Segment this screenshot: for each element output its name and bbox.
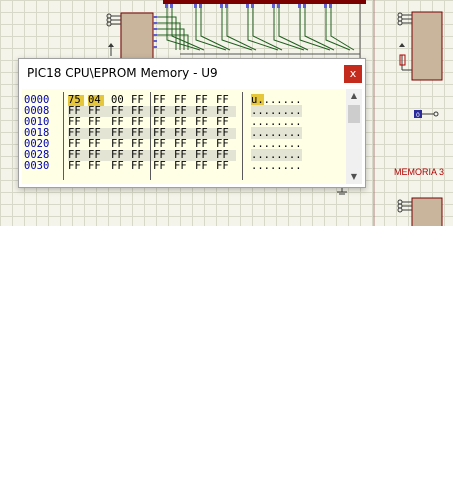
hex-byte-cell[interactable]: FF: [174, 161, 190, 172]
chevron-up-icon[interactable]: ▲: [346, 89, 362, 103]
close-button[interactable]: x: [344, 65, 362, 83]
scrollbar-thumb[interactable]: [348, 105, 360, 123]
divider: [242, 92, 243, 180]
hex-byte-cell[interactable]: FF: [68, 161, 84, 172]
address-cell: 0030: [24, 160, 50, 172]
memory-window[interactable]: PIC18 CPU\EPROM Memory - U9 x 0000 0008 00…: [18, 58, 366, 188]
window-title: PIC18 CPU\EPROM Memory - U9: [27, 66, 218, 80]
ascii-column: u.......................................…: [251, 94, 302, 172]
divider: [150, 92, 151, 180]
hex-byte-cell[interactable]: FF: [131, 161, 147, 172]
vertical-scrollbar[interactable]: ▲ ▼: [346, 89, 362, 184]
address-column: 0000 0008 0010 0018 0020 0028 0030: [24, 95, 49, 172]
divider: [63, 92, 64, 180]
hex-byte-cell[interactable]: FF: [195, 161, 211, 172]
hex-byte-cell[interactable]: FF: [88, 161, 104, 172]
hex-byte-cell[interactable]: FF: [216, 161, 232, 172]
close-icon: x: [349, 67, 357, 80]
memory-view[interactable]: 0000 0008 0010 0018 0020 0028 0030 75 04 00 FF FF F…: [22, 89, 346, 184]
chevron-down-icon[interactable]: ▼: [346, 170, 362, 184]
window-titlebar[interactable]: PIC18 CPU\EPROM Memory - U9 x: [19, 59, 365, 89]
memoria-label: MEMORIA 3: [394, 167, 445, 177]
probe-value: 0: [416, 112, 420, 119]
hex-byte-cell[interactable]: FF: [153, 161, 169, 172]
hex-byte-cell[interactable]: FF: [111, 161, 127, 172]
ascii-row: ........: [251, 160, 302, 172]
